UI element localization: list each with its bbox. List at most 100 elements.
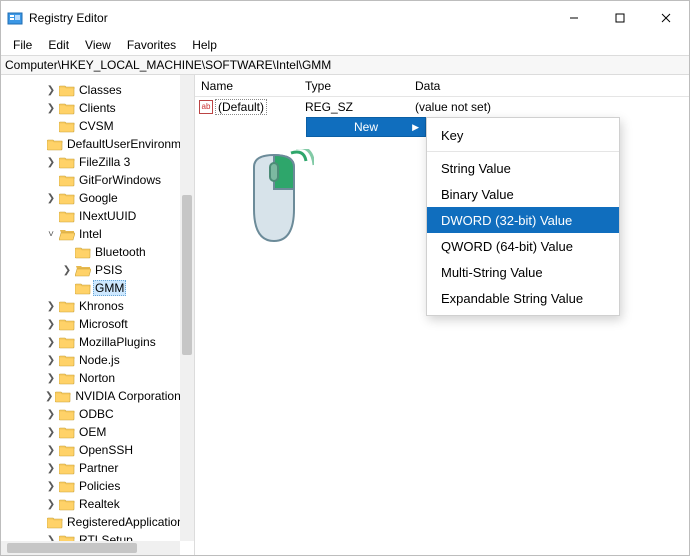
minimize-button[interactable] [551, 3, 597, 33]
chevron-icon[interactable]: ❯ [45, 499, 57, 510]
chevron-icon[interactable]: ❯ [45, 103, 57, 114]
vertical-scrollbar[interactable] [180, 75, 194, 541]
close-button[interactable] [643, 3, 689, 33]
chevron-icon[interactable]: ❯ [45, 391, 53, 402]
chevron-icon[interactable]: ❯ [45, 427, 57, 438]
folder-icon [59, 533, 75, 541]
tree-node-realtek[interactable]: ❯ Realtek [1, 495, 180, 513]
tree-node-odbc[interactable]: ❯ODBC [1, 405, 180, 423]
chevron-icon[interactable]: ❯ [45, 85, 57, 96]
tree-node-microsoft[interactable]: ❯Microsoft [1, 315, 180, 333]
folder-icon [47, 515, 63, 529]
menu-favorites[interactable]: Favorites [119, 37, 184, 53]
chevron-icon[interactable]: ❯ [45, 481, 57, 492]
tree-node-label: FileZilla 3 [77, 155, 132, 169]
chevron-icon[interactable]: ❯ [45, 409, 57, 420]
tree-node-norton[interactable]: ❯ Norton [1, 369, 180, 387]
submenu-arrow-icon: ▶ [412, 122, 419, 133]
tree-node-gmm[interactable]: GMM [1, 279, 180, 297]
tree-node-filezilla[interactable]: ❯ FileZilla 3 [1, 153, 180, 171]
col-name[interactable]: Name [195, 79, 299, 93]
vertical-scroll-thumb[interactable] [182, 195, 192, 355]
tree-node-nvidia[interactable]: ❯ NVIDIA Corporation [1, 387, 180, 405]
folder-icon [59, 443, 75, 457]
folder-icon [59, 191, 75, 205]
tree-node-bluetooth[interactable]: Bluetooth [1, 243, 180, 261]
folder-icon [59, 425, 75, 439]
menu-help[interactable]: Help [184, 37, 225, 53]
titlebar: Registry Editor [1, 1, 689, 35]
chevron-icon[interactable]: ❯ [45, 157, 57, 168]
chevron-icon[interactable]: ❯ [45, 355, 57, 366]
tree-node-intel[interactable]: ˅Intel [1, 225, 180, 243]
folder-icon [59, 497, 75, 511]
chevron-icon[interactable]: ❯ [45, 319, 57, 330]
context-menu-new[interactable]: New ▶ [306, 117, 426, 137]
tree-node-label: GitForWindows [77, 173, 163, 187]
horizontal-scroll-thumb[interactable] [7, 543, 137, 553]
tree-node-label: CVSM [77, 119, 116, 133]
tree-node-clients[interactable]: ❯Clients [1, 99, 180, 117]
tree-node-inextuuid[interactable]: INextUUID [1, 207, 180, 225]
col-type[interactable]: Type [299, 79, 409, 93]
chevron-icon[interactable]: ❯ [61, 265, 73, 276]
folder-icon [59, 119, 75, 133]
chevron-icon[interactable]: ❯ [45, 193, 57, 204]
tree-node-cvsm[interactable]: CVSM [1, 117, 180, 135]
tree-node-oem[interactable]: ❯OEM [1, 423, 180, 441]
folder-icon [47, 137, 63, 151]
tree-node-partner[interactable]: ❯Partner [1, 459, 180, 477]
submenu-item-multistring[interactable]: Multi-String Value [427, 259, 619, 285]
tree-node-rtlsetup[interactable]: ❯RTLSetup [1, 531, 180, 541]
tree-node-label: RTLSetup [77, 533, 135, 541]
submenu-item-qword[interactable]: QWORD (64-bit) Value [427, 233, 619, 259]
tree-node-regapps[interactable]: RegisteredApplication [1, 513, 180, 531]
submenu-item-expandstring[interactable]: Expandable String Value [427, 285, 619, 311]
folder-icon [59, 335, 75, 349]
tree-node-policies[interactable]: ❯Policies [1, 477, 180, 495]
address-bar[interactable]: Computer\HKEY_LOCAL_MACHINE\SOFTWARE\Int… [1, 55, 689, 75]
chevron-icon[interactable]: ❯ [45, 373, 57, 384]
tree-node-gitforwindows[interactable]: GitForWindows [1, 171, 180, 189]
folder-icon [59, 227, 75, 241]
submenu-item-string[interactable]: String Value [427, 155, 619, 181]
body: ❯Classes❯ClientsCVSMDefaultUserEnvironm❯… [1, 75, 689, 555]
folder-icon [59, 83, 75, 97]
col-data[interactable]: Data [409, 79, 689, 93]
menu-view[interactable]: View [77, 37, 119, 53]
maximize-button[interactable] [597, 3, 643, 33]
tree-node-label: Realtek [77, 497, 122, 511]
chevron-icon[interactable]: ❯ [45, 463, 57, 474]
tree-node-label: Node.js [77, 353, 122, 367]
tree-node-classes[interactable]: ❯Classes [1, 81, 180, 99]
tree-node-nodejs[interactable]: ❯ Node.js [1, 351, 180, 369]
tree-node-label: Norton [77, 371, 117, 385]
menu-file[interactable]: File [5, 37, 40, 53]
window: Registry Editor File Edit View Favorites… [0, 0, 690, 556]
horizontal-scrollbar[interactable] [1, 541, 180, 555]
folder-icon [75, 281, 91, 295]
folder-icon [59, 479, 75, 493]
value-row-default[interactable]: ab (Default) REG_SZ (value not set) [195, 97, 689, 117]
submenu-item-dword[interactable]: DWORD (32-bit) Value [427, 207, 619, 233]
window-controls [551, 3, 689, 33]
submenu-item-key[interactable]: Key [427, 122, 619, 148]
tree-node-label: NVIDIA Corporation [73, 389, 180, 403]
value-data: (value not set) [409, 100, 689, 114]
tree-node-label: INextUUID [77, 209, 138, 223]
chevron-icon[interactable]: ❯ [45, 301, 57, 312]
chevron-icon[interactable]: ❯ [45, 337, 57, 348]
submenu-item-binary[interactable]: Binary Value [427, 181, 619, 207]
tree-node-openssh[interactable]: ❯OpenSSH [1, 441, 180, 459]
menu-edit[interactable]: Edit [40, 37, 77, 53]
tree-node-mozillaplugins[interactable]: ❯MozillaPlugins [1, 333, 180, 351]
tree-node-khronos[interactable]: ❯Khronos [1, 297, 180, 315]
tree-node-google[interactable]: ❯Google [1, 189, 180, 207]
chevron-icon[interactable]: ❯ [45, 445, 57, 456]
tree-scroll[interactable]: ❯Classes❯ClientsCVSMDefaultUserEnvironm❯… [1, 75, 180, 541]
list-pane: Name Type Data ab (Default) REG_SZ (valu… [195, 75, 689, 555]
tree-node-defaultuserenv[interactable]: DefaultUserEnvironm [1, 135, 180, 153]
chevron-icon[interactable]: ˅ [45, 229, 57, 240]
tree-node-psis[interactable]: ❯PSIS [1, 261, 180, 279]
submenu-separator [427, 151, 619, 152]
